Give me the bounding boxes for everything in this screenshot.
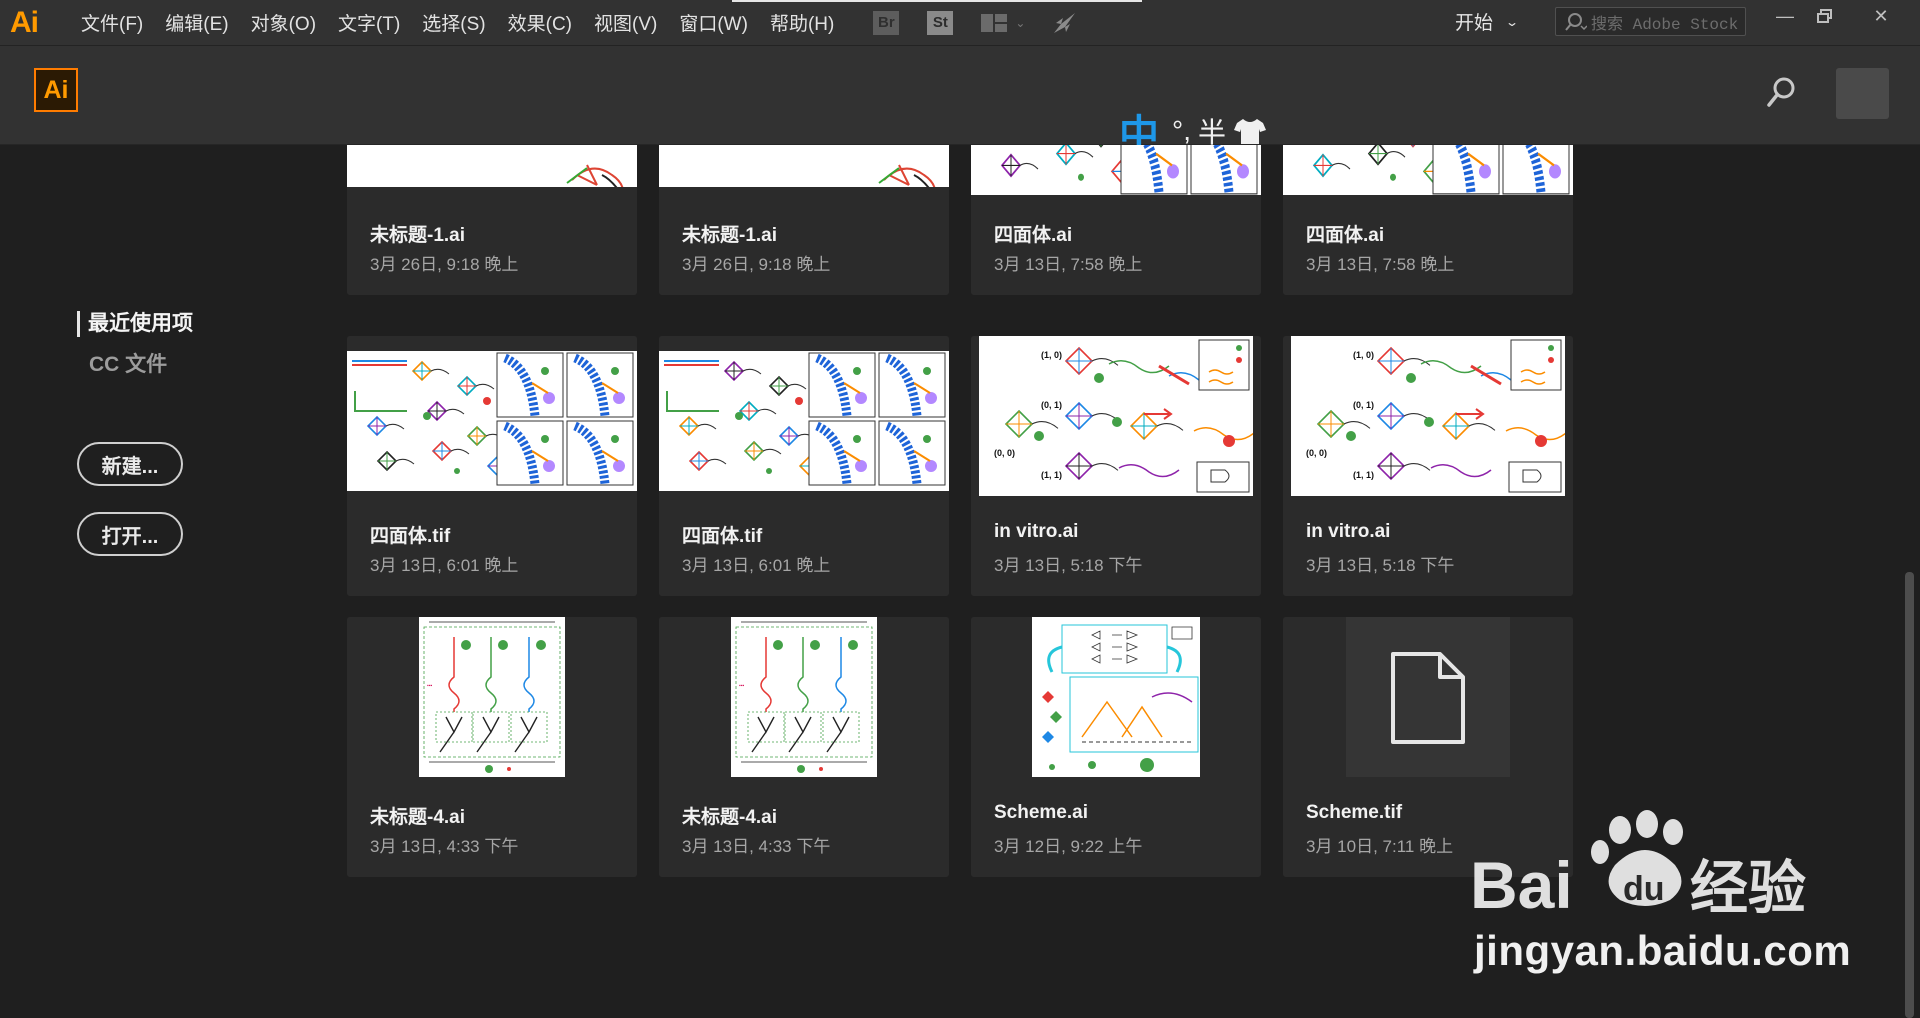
file-name: 四面体.tif (370, 526, 451, 547)
bridge-icon[interactable]: Br (873, 10, 900, 35)
file-date: 3月 13日, 5:18 下午 (1306, 556, 1455, 575)
recent-files-grid: 未标题-1.ai 3月 26日, 9:18 晚上 未标题-1.ai 3月 26日… (0, 145, 1920, 1018)
workspace-label: 开始 (1455, 13, 1494, 34)
stock-search-field[interactable]: 搜索 Adobe Stock (1555, 7, 1746, 36)
main-menu: 文件(F) 编辑(E) 对象(O) 文字(T) 选择(S) 效果(C) 视图(V… (70, 9, 845, 36)
file-card[interactable]: 未标题-1.ai 3月 26日, 9:18 晚上 (659, 145, 949, 295)
user-avatar[interactable] (1836, 68, 1889, 119)
scrollbar-thumb[interactable] (1905, 572, 1914, 1018)
file-thumbnail (971, 145, 1261, 195)
file-date: 3月 13日, 5:18 下午 (994, 556, 1143, 575)
file-thumbnail (659, 351, 949, 491)
chevron-down-icon: ⌄ (1505, 14, 1520, 29)
file-card[interactable]: 四面体.ai 3月 13日, 7:58 晚上 (1283, 145, 1573, 295)
file-thumbnail (659, 145, 949, 187)
search-icon[interactable] (1766, 76, 1796, 108)
file-card[interactable]: Scheme.ai 3月 12日, 9:22 上午 (971, 617, 1261, 877)
svg-text:(1, 0): (1, 0) (1041, 350, 1062, 360)
file-name: 四面体.ai (994, 225, 1073, 246)
file-card[interactable]: (1, 0) (0, 1) (0, 0) (1, 1) in vitro.ai 3月 … (971, 336, 1261, 596)
ime-skin-icon[interactable] (1233, 117, 1267, 145)
file-name: Scheme.ai (994, 802, 1088, 823)
stock-icon[interactable]: St (927, 10, 954, 35)
menu-bar: Ai 文件(F) 编辑(E) 对象(O) 文字(T) 选择(S) 效果(C) 视… (0, 0, 1920, 46)
file-thumbnail (347, 145, 637, 187)
file-date: 3月 12日, 9:22 上午 (994, 837, 1143, 856)
restore-icon[interactable] (1805, 0, 1845, 32)
file-thumbnail: (1, 0) (0, 1) (0, 0) (1, 1) (1291, 336, 1565, 496)
svg-text:(0, 0): (0, 0) (1306, 448, 1327, 458)
file-thumbnail (1032, 617, 1200, 777)
file-date: 3月 26日, 9:18 晚上 (370, 255, 519, 274)
workspace-switcher[interactable]: 开始 ⌄ (1455, 8, 1520, 35)
file-name: 未标题-4.ai (682, 807, 778, 828)
menu-edit[interactable]: 编辑(E) (154, 9, 239, 36)
menu-view[interactable]: 视图(V) (583, 9, 668, 36)
file-name: 未标题-1.ai (370, 225, 466, 246)
file-thumbnail (1346, 617, 1510, 777)
menu-window[interactable]: 窗口(W) (668, 9, 759, 36)
svg-text:(1, 1): (1, 1) (1041, 470, 1062, 480)
loading-indicator (732, 0, 1142, 2)
file-card[interactable]: 未标题-1.ai 3月 26日, 9:18 晚上 (347, 145, 637, 295)
menu-file[interactable]: 文件(F) (70, 9, 154, 36)
gpu-performance-icon[interactable] (1051, 11, 1077, 35)
arrange-documents-icon[interactable]: ⌄ (981, 13, 1026, 32)
generic-document-icon (1391, 652, 1465, 744)
file-thumbnail (347, 351, 637, 491)
svg-text:(1, 1): (1, 1) (1353, 470, 1374, 480)
file-thumbnail (1283, 145, 1573, 195)
file-card[interactable]: (1, 0) (0, 1) (0, 0) (1, 1) in vitro.ai 3月 … (1283, 336, 1573, 596)
menu-type[interactable]: 文字(T) (327, 9, 411, 36)
file-name: 未标题-1.ai (682, 225, 778, 246)
file-thumbnail: ▪▪▪ (419, 617, 565, 777)
illustrator-logo: Ai (34, 68, 78, 112)
file-card[interactable]: Scheme.tif 3月 10日, 7:11 晚上 (1283, 617, 1573, 877)
stock-search-placeholder: 搜索 Adobe Stock (1591, 15, 1739, 34)
file-date: 3月 13日, 4:33 下午 (370, 837, 519, 856)
svg-text:(0, 0): (0, 0) (994, 448, 1015, 458)
file-name: in vitro.ai (1306, 521, 1391, 542)
file-name: 四面体.ai (1306, 225, 1385, 246)
file-card[interactable]: 四面体.tif 3月 13日, 6:01 晚上 (659, 336, 949, 596)
file-thumbnail: ▪▪▪ (731, 617, 877, 777)
svg-text:(0, 1): (0, 1) (1041, 400, 1062, 410)
menu-effect[interactable]: 效果(C) (497, 9, 583, 36)
file-card[interactable]: ▪▪▪ 未标题-4.ai 3月 13日, 4:33 下午 (347, 617, 637, 877)
svg-text:(0, 1): (0, 1) (1353, 400, 1374, 410)
svg-text:▪▪▪: ▪▪▪ (739, 683, 745, 689)
file-name: 四面体.tif (682, 526, 763, 547)
menu-help[interactable]: 帮助(H) (759, 9, 845, 36)
file-card[interactable]: ▪▪▪ 未标题-4.ai 3月 13日, 4:33 下午 (659, 617, 949, 877)
file-name: 未标题-4.ai (370, 807, 466, 828)
file-date: 3月 10日, 7:11 晚上 (1306, 837, 1454, 856)
file-date: 3月 13日, 6:01 晚上 (682, 556, 831, 575)
file-date: 3月 26日, 9:18 晚上 (682, 255, 831, 274)
start-screen-header: Ai 中 °, 半 (0, 46, 1920, 157)
ime-punctuation[interactable]: °, (1172, 115, 1191, 147)
menu-select[interactable]: 选择(S) (411, 9, 496, 36)
file-date: 3月 13日, 7:58 晚上 (994, 255, 1143, 274)
minimize-icon[interactable]: — (1765, 0, 1805, 32)
search-icon (1565, 12, 1587, 31)
file-name: Scheme.tif (1306, 802, 1403, 823)
file-card[interactable]: 四面体.tif 3月 13日, 6:01 晚上 (347, 336, 637, 596)
file-date: 3月 13日, 6:01 晚上 (370, 556, 519, 575)
chevron-down-icon: ⌄ (1015, 15, 1026, 30)
file-card[interactable]: 四面体.ai 3月 13日, 7:58 晚上 (971, 145, 1261, 295)
svg-text:▪▪▪: ▪▪▪ (427, 683, 433, 689)
file-name: in vitro.ai (994, 521, 1079, 542)
close-icon[interactable]: ✕ (1860, 0, 1902, 32)
file-date: 3月 13日, 7:58 晚上 (1306, 255, 1455, 274)
svg-text:(1, 0): (1, 0) (1353, 350, 1374, 360)
watermark-url: jingyan.baidu.com (1474, 927, 1852, 974)
file-thumbnail: (1, 0) (0, 1) (0, 0) (1, 1) (979, 336, 1253, 496)
file-date: 3月 13日, 4:33 下午 (682, 837, 831, 856)
menu-object[interactable]: 对象(O) (240, 9, 327, 36)
app-icon: Ai (10, 5, 39, 39)
